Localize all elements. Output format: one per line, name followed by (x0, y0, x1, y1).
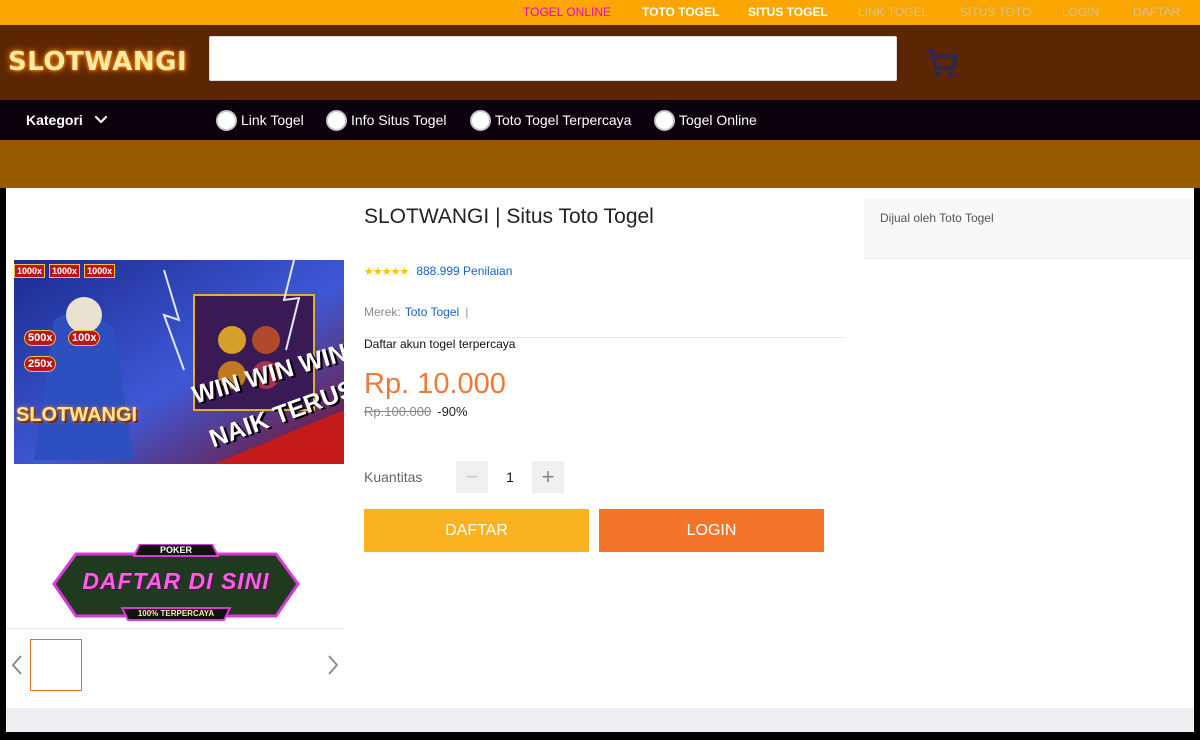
daftar-button[interactable]: DAFTAR (364, 509, 589, 552)
product-rating: ★★★★★ 888.999 Penilaian (364, 264, 512, 278)
promo-top-label: POKER (159, 545, 192, 555)
product-price: Rp. 10.000 (364, 368, 506, 400)
image-logo-text: SLOTWANGI (16, 404, 138, 426)
nav-item-label: Togel Online (679, 112, 757, 128)
nav-item-link-togel[interactable]: Link Togel (216, 109, 304, 131)
nav-item-toto-togel-terpercaya[interactable]: Toto Togel Terpercaya (470, 109, 631, 131)
toplink-login[interactable]: LOGIN (1062, 5, 1099, 19)
reviews-link[interactable]: 888.999 Penilaian (416, 264, 512, 278)
nav-item-label: Info Situs Togel (351, 112, 447, 128)
quantity-label: Kuantitas (364, 469, 423, 485)
multiplier-badge: 250x (24, 356, 57, 372)
wheel-icon (470, 109, 491, 131)
gallery-thumbnail[interactable] (30, 639, 82, 691)
wheel-icon (654, 109, 675, 131)
product-description: Daftar akun togel terpercaya (364, 337, 516, 351)
quantity-value[interactable]: 1 (488, 461, 532, 493)
wheel-icon (216, 109, 237, 131)
brand-link[interactable]: Toto Togel (405, 305, 460, 319)
banner-band (0, 140, 1200, 188)
quantity-decrement-button[interactable]: − (456, 461, 488, 493)
kategori-dropdown[interactable]: Kategori (26, 112, 107, 128)
seller-label: Dijual oleh Toto Togel (880, 211, 994, 225)
multiplier-column: 500x 250x (24, 330, 57, 372)
seller-panel: Dijual oleh Toto Togel (864, 199, 1194, 259)
search-input[interactable] (209, 36, 897, 81)
toplink-link-togel[interactable]: LINK TOGEL (858, 5, 928, 19)
footer-strip (6, 708, 1194, 732)
toplink-situs-togel[interactable]: SITUS TOGEL (748, 5, 828, 19)
kategori-label: Kategori (26, 112, 83, 128)
site-logo[interactable]: SLOTWANGI (8, 47, 187, 77)
login-button[interactable]: LOGIN (599, 509, 824, 552)
toplink-toto-togel[interactable]: TOTO TOGEL (642, 5, 719, 19)
toplink-togel-online[interactable]: TOGEL ONLINE (523, 5, 611, 19)
original-price: Rp.100.000 (364, 404, 432, 419)
multiplier-badge: 100x (68, 330, 101, 346)
daftar-promo-banner[interactable]: POKER DAFTAR DI SINI 100% TERPERCAYA (52, 544, 300, 622)
toplink-situs-toto[interactable]: SITUS TOTO (960, 5, 1031, 19)
chevron-right-icon[interactable] (326, 654, 340, 676)
chevron-down-icon (94, 116, 107, 124)
promo-bottom-label: 100% TERPERCAYA (137, 609, 215, 618)
promo-main-label: DAFTAR DI SINI (82, 568, 270, 594)
gallery-divider (6, 628, 344, 629)
discount-badge: -90% (437, 404, 468, 419)
brand-label: Merek: (364, 305, 401, 319)
top-utility-bar: TOGEL ONLINE TOTO TOGEL SITUS TOGEL LINK… (0, 0, 1200, 25)
toplink-daftar[interactable]: DAFTAR (1133, 5, 1180, 19)
star-rating-icon: ★★★★★ (364, 265, 409, 278)
original-price-row: Rp.100.000 -90% (364, 404, 468, 419)
brand-row: Merek: Toto Togel | (364, 305, 468, 319)
nav-item-label: Toto Togel Terpercaya (495, 112, 632, 128)
site-header: SLOTWANGI (0, 25, 1200, 100)
multiplier-badge: 1000x (14, 264, 46, 278)
quantity-increment-button[interactable]: + (532, 461, 564, 493)
product-title: SLOTWANGI | Situs Toto Togel (364, 205, 654, 228)
product-main-image[interactable]: 1000x 1000x 1000x 500x 250x 100x SLOTWAN… (14, 260, 344, 464)
multiplier-badge: 1000x (49, 264, 81, 278)
nav-item-label: Link Togel (241, 112, 304, 128)
multiplier-badge: 1000x (84, 264, 116, 278)
wheel-icon (326, 109, 347, 131)
multiplier-badges: 1000x 1000x 1000x (14, 264, 116, 278)
nav-item-info-situs-togel[interactable]: Info Situs Togel (326, 109, 446, 131)
nav-item-togel-online[interactable]: Togel Online (654, 109, 757, 131)
chevron-left-icon[interactable] (10, 654, 24, 676)
product-page: 1000x 1000x 1000x 500x 250x 100x SLOTWAN… (6, 188, 1194, 708)
main-nav: Kategori Link Togel Info Situs Togel Tot… (0, 100, 1200, 140)
multiplier-badge: 500x (24, 330, 57, 346)
brand-separator: | (465, 305, 469, 319)
cart-icon[interactable] (925, 48, 959, 78)
